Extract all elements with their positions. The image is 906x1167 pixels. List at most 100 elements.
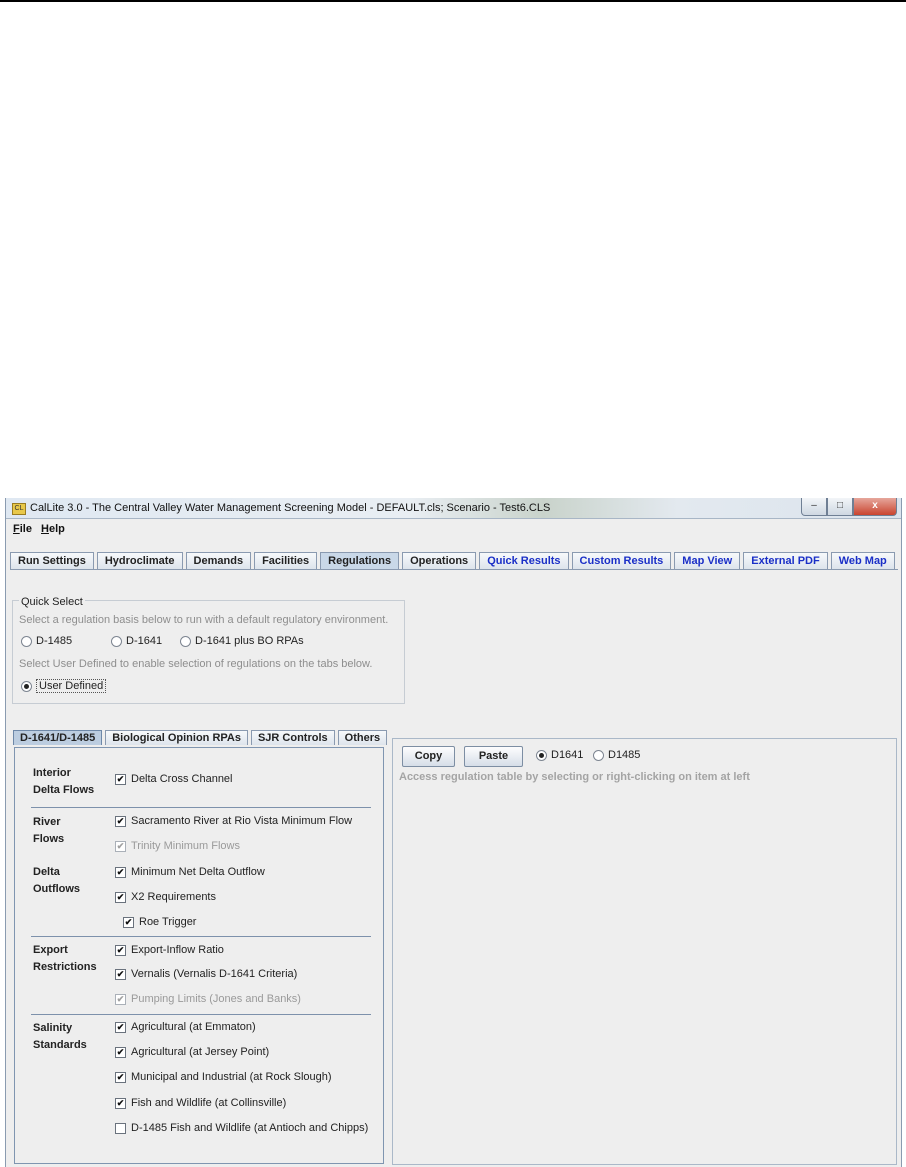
checkbox-label: Sacramento River at Rio Vista Minimum Fl… <box>131 815 353 827</box>
radio-d1641-bo-rpas-indicator <box>180 635 191 647</box>
tab-run-settings[interactable]: Run Settings <box>10 552 94 569</box>
tab-hydroclimate[interactable]: Hydroclimate <box>96 552 183 569</box>
checkbox-pumping-limits[interactable]: ✔ Pumping Limits (Jones and Banks) <box>115 993 301 1005</box>
minimize-button[interactable]: – <box>801 498 827 516</box>
section-divider <box>31 807 371 808</box>
quick-select-instructions: Select a regulation basis below to run w… <box>19 614 389 626</box>
checkbox-label: Delta Cross Channel <box>131 773 233 785</box>
group-label-export-restrictions: Export Restrictions <box>33 942 97 976</box>
group-label-salinity-standards: Salinity Standards <box>33 1020 87 1054</box>
checkbox-indicator: ✔ <box>115 773 126 785</box>
checkbox-indicator: ✔ <box>115 866 126 878</box>
close-button[interactable]: x <box>853 498 897 516</box>
tab-custom-results[interactable]: Custom Results <box>571 552 672 569</box>
app-logo-icon: CL <box>12 503 26 515</box>
radio-d1641-bo-rpas[interactable]: D-1641 plus BO RPAs <box>180 635 304 647</box>
group-river-line2: Flows <box>33 833 65 845</box>
tab-facilities[interactable]: Facilities <box>254 552 318 569</box>
section-divider <box>31 1014 371 1015</box>
radio-user-defined-indicator <box>21 680 32 692</box>
paste-button[interactable]: Paste <box>464 746 523 767</box>
tab-strip-divider <box>10 569 898 570</box>
group-delta-line1: Delta <box>33 866 60 878</box>
group-export-line1: Export <box>33 944 68 956</box>
radio-d1485[interactable]: D-1485 <box>21 635 72 647</box>
menu-file[interactable]: File <box>13 523 32 535</box>
regulations-panel: Interior Delta Flows ✔ Delta Cross Chann… <box>14 747 384 1164</box>
radio-d1641-indicator <box>111 635 122 647</box>
menu-help-mnemonic: H <box>41 523 49 535</box>
document-top-rule <box>0 0 906 2</box>
subtab-sjr-controls[interactable]: SJR Controls <box>250 730 335 745</box>
checkbox-trinity-minimum-flows[interactable]: ✔ Trinity Minimum Flows <box>115 840 240 852</box>
checkbox-label: Roe Trigger <box>139 916 197 928</box>
checkbox-fw-collinsville[interactable]: ✔ Fish and Wildlife (at Collinsville) <box>115 1097 286 1109</box>
checkbox-mi-rock-slough[interactable]: ✔ Municipal and Industrial (at Rock Slou… <box>115 1071 332 1083</box>
window-title: CalLite 3.0 - The Central Valley Water M… <box>30 502 551 514</box>
group-salinity-line2: Standards <box>33 1039 87 1051</box>
checkbox-min-net-delta-outflow[interactable]: ✔ Minimum Net Delta Outflow <box>115 866 265 878</box>
subtab-others[interactable]: Others <box>337 730 388 745</box>
checkbox-ag-emmaton[interactable]: ✔ Agricultural (at Emmaton) <box>115 1021 256 1033</box>
radio-table-d1485[interactable]: D1485 <box>593 749 640 761</box>
checkbox-indicator <box>115 1122 126 1134</box>
checkbox-x2-requirements[interactable]: ✔ X2 Requirements <box>115 891 216 903</box>
checkbox-d1485-fish-wildlife[interactable]: D-1485 Fish and Wildlife (at Antioch and… <box>115 1122 368 1134</box>
checkbox-indicator: ✔ <box>115 993 126 1005</box>
radio-table-d1641-indicator <box>536 749 547 761</box>
menu-file-label: ile <box>19 523 32 535</box>
checkbox-delta-cross-channel[interactable]: ✔ Delta Cross Channel <box>115 773 233 785</box>
menu-bar: File Help <box>6 520 901 538</box>
quick-select-panel: Quick Select Select a regulation basis b… <box>12 596 405 704</box>
tab-map-view[interactable]: Map View <box>674 552 741 569</box>
checkbox-label: Trinity Minimum Flows <box>131 840 240 852</box>
group-label-interior-delta-flows: Interior Delta Flows <box>33 765 94 799</box>
app-window: CL CalLite 3.0 - The Central Valley Wate… <box>5 498 902 1167</box>
radio-d1485-indicator <box>21 635 32 647</box>
checkbox-label: Agricultural (at Jersey Point) <box>131 1046 270 1058</box>
checkbox-label: Minimum Net Delta Outflow <box>131 866 265 878</box>
radio-d1641-label: D-1641 <box>126 635 163 647</box>
tab-quick-results[interactable]: Quick Results <box>479 552 569 569</box>
tab-regulations[interactable]: Regulations <box>320 552 400 569</box>
radio-user-defined-label: User Defined <box>36 679 107 693</box>
radio-table-d1485-indicator <box>593 749 604 761</box>
tab-demands[interactable]: Demands <box>185 552 252 569</box>
checkbox-label: Vernalis (Vernalis D-1641 Criteria) <box>131 968 298 980</box>
checkbox-label: Fish and Wildlife (at Collinsville) <box>131 1097 287 1109</box>
subtab-biological-opinion-rpas[interactable]: Biological Opinion RPAs <box>105 730 248 745</box>
title-bar[interactable]: CL CalLite 3.0 - The Central Valley Wate… <box>6 498 901 519</box>
copy-button[interactable]: Copy <box>402 746 455 767</box>
radio-table-d1641[interactable]: D1641 <box>536 749 583 761</box>
maximize-button[interactable]: □ <box>827 498 853 516</box>
checkbox-vernalis[interactable]: ✔ Vernalis (Vernalis D-1641 Criteria) <box>115 968 297 980</box>
tab-external-pdf[interactable]: External PDF <box>743 552 828 569</box>
checkbox-ag-jersey-point[interactable]: ✔ Agricultural (at Jersey Point) <box>115 1046 269 1058</box>
checkbox-indicator: ✔ <box>123 916 134 928</box>
checkbox-sacramento-rio-vista[interactable]: ✔ Sacramento River at Rio Vista Minimum … <box>115 815 352 827</box>
group-delta-line2: Outflows <box>33 883 81 895</box>
checkbox-export-inflow-ratio[interactable]: ✔ Export-Inflow Ratio <box>115 944 224 956</box>
checkbox-label: Agricultural (at Emmaton) <box>131 1021 256 1033</box>
checkbox-label: Pumping Limits (Jones and Banks) <box>131 993 301 1005</box>
checkbox-label: Export-Inflow Ratio <box>131 944 224 956</box>
main-tab-strip: Run Settings Hydroclimate Demands Facili… <box>10 552 898 570</box>
radio-d1641[interactable]: D-1641 <box>111 635 162 647</box>
tab-operations[interactable]: Operations <box>402 552 477 569</box>
checkbox-roe-trigger[interactable]: ✔ Roe Trigger <box>123 916 196 928</box>
group-label-river-flows: River Flows <box>33 814 64 848</box>
checkbox-indicator: ✔ <box>115 815 126 827</box>
group-interior-line1: Interior <box>33 767 71 779</box>
checkbox-indicator: ✔ <box>115 1021 126 1033</box>
radio-table-d1485-label: D1485 <box>608 749 641 761</box>
tab-web-map[interactable]: Web Map <box>830 552 895 569</box>
checkbox-label: D-1485 Fish and Wildlife (at Antioch and… <box>131 1122 369 1134</box>
radio-d1641-bo-rpas-label: D-1641 plus BO RPAs <box>195 635 304 647</box>
subtab-d1641-d1485[interactable]: D-1641/D-1485 <box>13 730 103 745</box>
checkbox-indicator: ✔ <box>115 968 126 980</box>
checkbox-indicator: ✔ <box>115 840 126 852</box>
checkbox-indicator: ✔ <box>115 1071 126 1083</box>
menu-help[interactable]: Help <box>41 523 65 535</box>
radio-user-defined[interactable]: User Defined <box>21 679 107 693</box>
menu-file-mnemonic: F <box>13 523 20 535</box>
